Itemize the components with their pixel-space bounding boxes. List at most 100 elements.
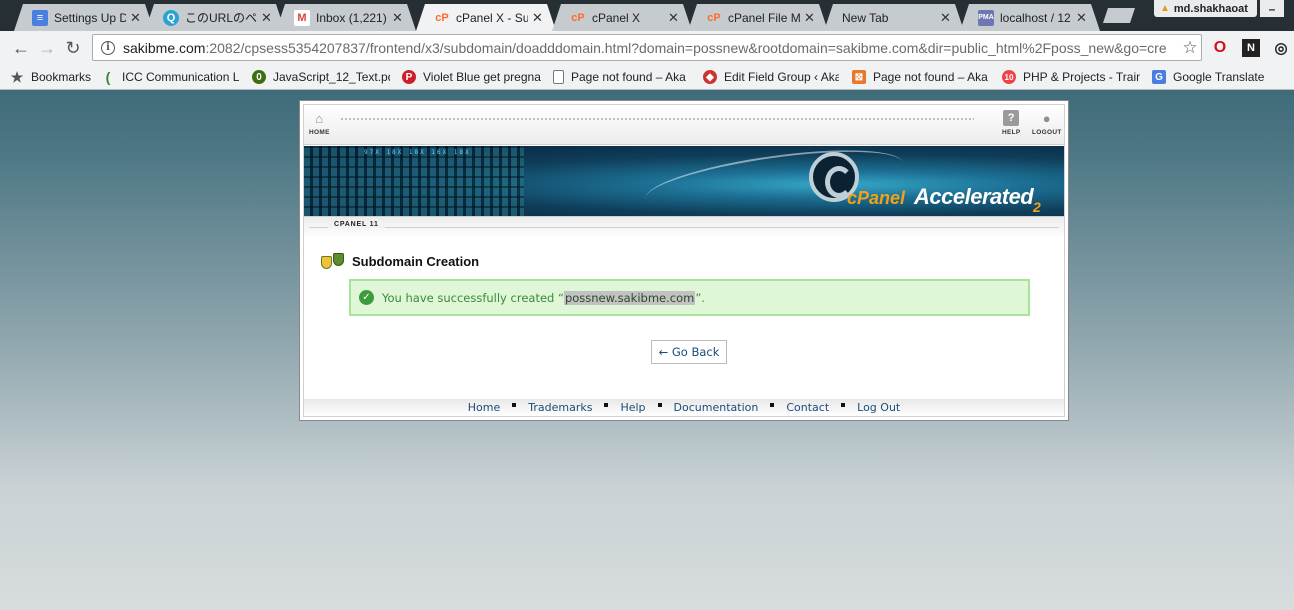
news-icon[interactable]: N — [1242, 39, 1260, 57]
page-icon: ⊠ — [852, 70, 866, 84]
warning-icon: ▲ — [1160, 3, 1170, 14]
translate-icon: G — [1152, 70, 1166, 84]
close-icon[interactable]: ✕ — [804, 10, 816, 26]
tab-4[interactable]: cP cPanel X ✕ — [552, 4, 692, 31]
message-prefix: You have successfully created “ — [382, 290, 564, 305]
bookmark-label: Google Translate — [1173, 70, 1265, 84]
url-path: :2082/cpsess5354207837/frontend/x3/subdo… — [205, 39, 1167, 56]
address-bar[interactable]: i sakibme.com:2082/cpsess5354207837/fron… — [92, 34, 1202, 61]
cpanel-inner: ⌂ HOME ? HELP ● LOGOUT 97X 18X 18X 16X 1… — [303, 104, 1065, 417]
back-button[interactable]: ← — [10, 37, 32, 59]
created-domain: possnew.sakibme.com — [563, 290, 696, 305]
version-bar: CPANEL 11 — [304, 216, 1064, 238]
dotted-divider — [340, 117, 974, 121]
tab-0[interactable]: ≡ Settings Up D ✕ — [14, 4, 154, 31]
url-host: sakibme.com — [123, 39, 206, 56]
version-divider — [309, 227, 1059, 228]
banner-digits: 97X 18X 18X 16X 18X — [364, 149, 471, 156]
cpanel-footer: Home Trademarks Help Documentation Conta… — [304, 399, 1064, 416]
bookmark-label: JavaScript_12_Text.pd — [273, 70, 390, 84]
tab-7[interactable]: PMA localhost / 12 ✕ — [960, 4, 1100, 31]
footer-separator — [841, 402, 846, 407]
page-icon — [553, 70, 564, 84]
tab-title: Settings Up D — [54, 10, 126, 25]
reload-button[interactable]: ↻ — [62, 37, 84, 59]
help-icon: ? — [1003, 110, 1020, 126]
tab-2[interactable]: M Inbox (1,221) ✕ — [276, 4, 416, 31]
new-tab-button[interactable] — [1103, 8, 1135, 23]
go-back-button[interactable]: ← Go Back — [651, 340, 727, 364]
cpanel-frame: ⌂ HOME ? HELP ● LOGOUT 97X 18X 18X 16X 1… — [299, 100, 1069, 421]
help-link[interactable]: ? HELP — [1002, 110, 1021, 136]
bookmark-star-icon[interactable]: ☆ — [1179, 38, 1201, 58]
bookmark-item[interactable]: ◆ Edit Field Group ‹ Aka — [703, 68, 839, 86]
tab-title: このURLのペ — [185, 11, 257, 25]
tab-3[interactable]: cP cPanel X - Sub ✕ — [416, 4, 556, 31]
close-icon[interactable]: ✕ — [940, 10, 952, 26]
pinterest-icon: P — [402, 70, 416, 84]
forward-button[interactable]: → — [36, 37, 58, 59]
profile-button[interactable]: ▲ md.shakhaoat — [1154, 0, 1257, 17]
close-icon[interactable]: ✕ — [261, 10, 273, 26]
footer-help-link[interactable]: Help — [620, 401, 645, 414]
bookmark-item[interactable]: 10 PHP & Projects - Train — [1002, 68, 1140, 86]
bookmark-item[interactable]: G Google Translate — [1152, 68, 1282, 86]
tab-title: cPanel X — [592, 10, 641, 25]
bookmark-item[interactable]: 0 JavaScript_12_Text.pd — [252, 68, 390, 86]
tab-1[interactable]: Q このURLのペ ✕ — [145, 4, 285, 31]
toolbar: ← → ↻ i sakibme.com:2082/cpsess535420783… — [0, 31, 1294, 64]
gmail-icon: M — [294, 10, 310, 26]
bookmark-label: PHP & Projects - Train — [1023, 70, 1140, 84]
bookmark-label: Edit Field Group ‹ Aka — [724, 70, 839, 84]
bookmark-label: Page not found – Aka — [571, 70, 686, 84]
footer-home-link[interactable]: Home — [468, 401, 500, 414]
bookmark-label: Bookmarks — [31, 70, 92, 84]
close-icon[interactable]: ✕ — [668, 10, 680, 26]
bookmark-label: ICC Communication L — [122, 70, 240, 84]
info-icon[interactable]: i — [101, 40, 115, 55]
close-icon[interactable]: ✕ — [130, 10, 142, 26]
success-message: ✓ You have successfully created “possnew… — [349, 279, 1030, 316]
bookmark-item[interactable]: ( ICC Communication L — [101, 68, 241, 86]
page-title: Subdomain Creation — [352, 253, 480, 269]
icc-icon: ( — [105, 69, 111, 85]
tab-title: cPanel File Ma — [728, 10, 800, 25]
url-text[interactable]: sakibme.com:2082/cpsess5354207837/fronte… — [123, 40, 1179, 56]
cpanel-icon: cP — [571, 11, 585, 24]
footer-trademarks-link[interactable]: Trademarks — [528, 401, 592, 414]
logo-cpanel-text: cPanel — [847, 188, 906, 208]
bookmark-item[interactable]: Page not found – Aka — [553, 68, 691, 86]
close-icon[interactable]: ✕ — [532, 10, 544, 26]
tab-5[interactable]: cP cPanel File Ma ✕ — [688, 4, 828, 31]
tab-title: cPanel X - Sub — [456, 10, 528, 25]
footer-contact-link[interactable]: Contact — [786, 401, 829, 414]
footer-separator — [770, 402, 775, 407]
logo-version-text: 2 — [1033, 199, 1041, 215]
docs-icon: ≡ — [32, 10, 48, 26]
footer-separator — [657, 402, 662, 407]
extension-icon[interactable]: ◎ — [1272, 39, 1290, 57]
bookmark-item[interactable]: P Violet Blue get pregna — [402, 68, 542, 86]
logout-link[interactable]: ● LOGOUT — [1032, 110, 1062, 137]
bookmark-item[interactable]: ★ Bookmarks — [10, 68, 95, 86]
tab-6[interactable]: New Tab ✕ — [824, 4, 964, 31]
bookmark-item[interactable]: ⊠ Page not found – Aka — [852, 68, 990, 86]
close-icon[interactable]: ✕ — [392, 10, 404, 26]
opera-icon[interactable]: O — [1211, 39, 1229, 57]
cpanel-banner: 97X 18X 18X 16X 18X cPanel Accelerated 2 — [304, 146, 1064, 216]
close-icon[interactable]: ✕ — [1076, 10, 1088, 26]
bookmark-label: Page not found – Aka — [873, 70, 988, 84]
logout-label: LOGOUT — [1032, 129, 1062, 136]
home-link[interactable]: ⌂ HOME — [309, 110, 330, 137]
footer-logout-link[interactable]: Log Out — [857, 401, 900, 414]
minimize-button[interactable]: – — [1260, 0, 1284, 17]
js-icon: 0 — [252, 70, 266, 84]
logo-accelerated-text: Accelerated — [914, 184, 1034, 209]
q-icon: Q — [163, 10, 179, 26]
footer-documentation-link[interactable]: Documentation — [674, 401, 759, 414]
user-icon: ● — [1042, 110, 1051, 126]
home-icon: ⌂ — [315, 110, 324, 126]
star-icon: ★ — [10, 68, 24, 85]
bookmark-label: Violet Blue get pregna — [423, 70, 541, 84]
page-heading: Subdomain Creation — [321, 251, 479, 271]
